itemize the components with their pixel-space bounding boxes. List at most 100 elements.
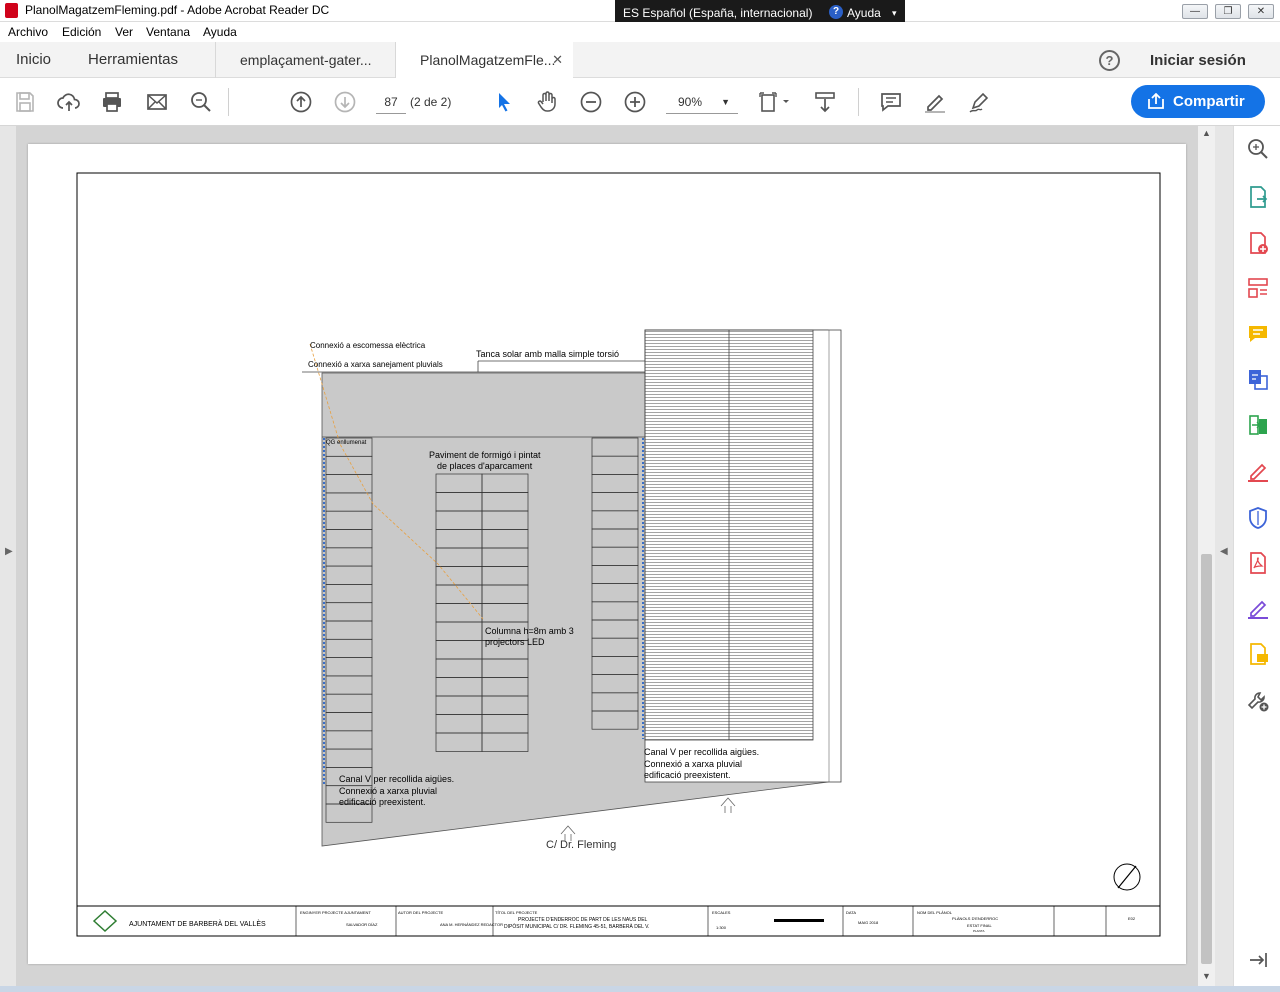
chevron-down-icon[interactable]: ▾ bbox=[892, 8, 897, 19]
hand-tool-icon[interactable] bbox=[535, 90, 559, 114]
help-icon[interactable]: ? bbox=[1099, 50, 1120, 71]
combine-files-icon[interactable] bbox=[1246, 367, 1270, 391]
language-help[interactable]: Ayuda bbox=[847, 6, 881, 20]
title-block-plano-label: NOM DEL PLÀNOL bbox=[917, 910, 953, 915]
menu-item-archivo[interactable]: Archivo bbox=[8, 25, 48, 39]
export-pdf-icon[interactable] bbox=[1246, 185, 1270, 209]
tab-tools[interactable]: Herramientas bbox=[88, 42, 178, 78]
fit-page-icon[interactable] bbox=[758, 90, 792, 114]
save-icon[interactable] bbox=[13, 90, 37, 114]
vertical-scrollbar[interactable]: ▲ ▼ bbox=[1198, 126, 1215, 986]
plan-label-canal-left-2: Connexió a xarxa pluvial bbox=[339, 786, 437, 796]
title-block-data-label: DATA bbox=[846, 910, 856, 915]
plan-label-canal-right-1: Canal V per recollida aigües. bbox=[644, 747, 759, 757]
menu-bar: Archivo Edición Ver Ventana Ayuda bbox=[0, 22, 1280, 42]
pdf-page: Connexió a escomessa elèctrica Connexió … bbox=[28, 144, 1186, 964]
close-tab-icon[interactable]: ✕ bbox=[552, 42, 563, 78]
page-number-input[interactable]: 87 bbox=[376, 90, 406, 114]
toolbar-divider bbox=[858, 88, 859, 116]
tab-document-1[interactable]: emplaçament-gater... bbox=[215, 42, 395, 78]
plan-label-paviment-1: Paviment de formigó i pintat bbox=[429, 450, 541, 460]
acrobat-pdf-icon[interactable] bbox=[1246, 551, 1270, 575]
tab-home[interactable]: Inicio bbox=[16, 42, 51, 78]
search-tool-icon[interactable] bbox=[1246, 137, 1270, 161]
document-viewport[interactable]: Connexió a escomessa elèctrica Connexió … bbox=[16, 126, 1198, 986]
scroll-mode-icon[interactable] bbox=[813, 90, 837, 114]
title-block-enginyer: SALVADOR DÍAZ bbox=[346, 922, 378, 927]
title-block-titol-label: TÍTOL DEL PROJECTE bbox=[495, 910, 538, 915]
menu-item-ventana[interactable]: Ventana bbox=[146, 25, 190, 39]
page-count: (2 de 2) bbox=[410, 95, 452, 109]
scrollbar-thumb[interactable] bbox=[1201, 554, 1212, 964]
organize-pages-icon[interactable] bbox=[1246, 276, 1270, 300]
send-sign-icon[interactable] bbox=[1246, 596, 1270, 620]
plan-label-tanca: Tanca solar amb malla simple torsió bbox=[476, 349, 619, 359]
title-block-enginyer-label: ENGINYER PROJECTE AJUNTAMENT bbox=[300, 910, 371, 915]
right-panel-toggle[interactable]: ◀ bbox=[1215, 126, 1233, 986]
title-block-num: E02 bbox=[1128, 916, 1136, 921]
tab-document-2[interactable]: PlanolMagatzemFle... ✕ bbox=[395, 42, 573, 79]
menu-item-edicion[interactable]: Edición bbox=[62, 25, 101, 39]
title-block-plano-2: ESTAT FINAL bbox=[967, 923, 992, 928]
zoom-level-select[interactable]: 90% ▼ bbox=[666, 90, 738, 114]
chevron-right-icon[interactable]: ▶ bbox=[5, 546, 13, 557]
left-panel-toggle[interactable]: ▶ bbox=[0, 126, 16, 986]
plan-label-enllumenat: QG enllumenat bbox=[326, 440, 367, 446]
collapse-pane-icon[interactable] bbox=[1246, 948, 1270, 972]
plan-label-columna-1: Columna h=8m amb 3 bbox=[485, 626, 574, 636]
tab-document-1-label: emplaçament-gater... bbox=[240, 52, 372, 68]
cloud-upload-icon[interactable] bbox=[57, 90, 81, 114]
create-pdf-icon[interactable] bbox=[1246, 231, 1270, 255]
zoom-out-icon[interactable] bbox=[579, 90, 603, 114]
title-block-autor: ANA M. HERNÁNDEZ REDACTOR bbox=[440, 922, 503, 927]
signin-button[interactable]: Iniciar sesión bbox=[1150, 52, 1246, 69]
scroll-down-icon[interactable]: ▼ bbox=[1202, 971, 1211, 981]
fill-sign-icon[interactable] bbox=[1246, 459, 1270, 483]
main-toolbar: 87 (2 de 2) 90% ▼ bbox=[0, 78, 1280, 126]
highlight-pen-icon[interactable] bbox=[923, 90, 947, 114]
scroll-up-icon[interactable]: ▲ bbox=[1202, 128, 1211, 138]
close-window-button[interactable]: ✕ bbox=[1248, 4, 1274, 19]
more-tools-icon[interactable] bbox=[1246, 689, 1270, 713]
plan-label-paviment-2: de places d'aparcament bbox=[437, 461, 533, 471]
tab-bar: Inicio Herramientas emplaçament-gater...… bbox=[0, 42, 1280, 79]
protect-shield-icon[interactable] bbox=[1246, 506, 1270, 530]
plan-label-canal-left-3: edificació preexistent. bbox=[339, 797, 426, 807]
language-label[interactable]: ES Español (España, internacional) bbox=[623, 6, 812, 20]
title-block-escala: 1:300 bbox=[716, 925, 727, 930]
help-circle-icon[interactable]: ? bbox=[829, 5, 843, 19]
title-block-escala-label: ESCALES bbox=[712, 910, 731, 915]
plan-label-connexio-electrica: Connexió a escomessa elèctrica bbox=[310, 341, 426, 350]
chevron-down-icon[interactable]: ▼ bbox=[721, 90, 730, 114]
send-review-icon[interactable] bbox=[1246, 642, 1270, 666]
title-block-autor-label: AUTOR DEL PROJECTE bbox=[398, 910, 443, 915]
share-icon bbox=[1148, 93, 1164, 109]
plan-label-street: C/ Dr. Fleming bbox=[546, 839, 616, 851]
plan-label-columna-2: projectors LED bbox=[485, 637, 545, 647]
print-icon[interactable] bbox=[100, 90, 124, 114]
chevron-left-icon[interactable]: ◀ bbox=[1220, 546, 1228, 557]
select-cursor-icon[interactable] bbox=[492, 90, 516, 114]
zoom-level-value: 90% bbox=[678, 95, 703, 109]
sign-pen-icon[interactable] bbox=[967, 90, 991, 114]
menu-item-ver[interactable]: Ver bbox=[115, 25, 133, 39]
next-page-icon[interactable] bbox=[333, 90, 357, 114]
menu-item-ayuda[interactable]: Ayuda bbox=[203, 25, 237, 39]
compare-files-icon[interactable] bbox=[1246, 413, 1270, 437]
share-button-label: Compartir bbox=[1173, 93, 1245, 110]
plan-label-canal-right-3: edificació preexistent. bbox=[644, 770, 731, 780]
title-block-titol-2: DIPÒSIT MUNICIPAL C/ DR. FLEMING 45-51, … bbox=[504, 923, 649, 930]
plan-label-canal-left-1: Canal V per recollida aigües. bbox=[339, 774, 454, 784]
email-icon[interactable] bbox=[145, 90, 169, 114]
title-block-plano-1: PLÀNOLS D'ENDERROC bbox=[952, 916, 998, 921]
pdf-app-icon bbox=[5, 3, 18, 18]
zoom-in-icon[interactable] bbox=[623, 90, 647, 114]
os-taskbar bbox=[0, 986, 1280, 992]
search-icon[interactable] bbox=[189, 90, 213, 114]
comment-tool-icon[interactable] bbox=[1246, 322, 1270, 346]
share-button[interactable]: Compartir bbox=[1131, 85, 1265, 118]
restore-button[interactable]: ❐ bbox=[1215, 4, 1241, 19]
comment-icon[interactable] bbox=[879, 90, 903, 114]
previous-page-icon[interactable] bbox=[289, 90, 313, 114]
minimize-button[interactable]: — bbox=[1182, 4, 1208, 19]
